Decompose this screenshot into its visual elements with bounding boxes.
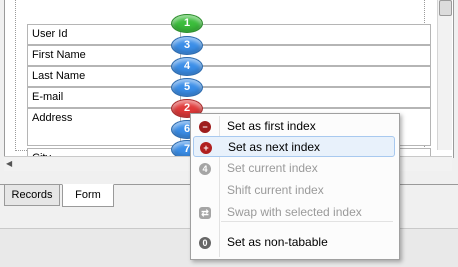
field-row-first-name[interactable]: First Name <box>27 45 431 66</box>
tab-index-badge[interactable]: 4 <box>171 57 203 76</box>
menu-item-set-non-tabable[interactable]: 0 Set as non-tabable <box>193 232 395 253</box>
field-label: First Name <box>32 49 86 61</box>
field-label: User Id <box>32 28 68 40</box>
field-input[interactable] <box>180 46 429 63</box>
menu-item-label: Set as first index <box>227 119 316 133</box>
menu-item-set-current-index[interactable]: 4 Set current index <box>193 158 395 179</box>
field-row-last-name[interactable]: Last Name <box>27 66 431 87</box>
field-label: Last Name <box>32 70 86 82</box>
tab-records[interactable]: Records <box>4 184 60 206</box>
field-input[interactable] <box>180 67 429 84</box>
menu-separator <box>221 221 393 222</box>
menu-item-label: Set current index <box>227 161 318 175</box>
menu-item-label: Shift current index <box>227 183 324 197</box>
field-label: Address <box>32 112 73 124</box>
zero-badge-icon: 0 <box>199 237 211 249</box>
vertical-scrollbar[interactable] <box>437 0 452 150</box>
plus-badge-icon: + <box>200 142 212 154</box>
minus-badge-icon: − <box>199 121 211 133</box>
context-menu: − Set as first index + Set as next index… <box>190 113 400 260</box>
scroll-left-arrow-icon[interactable]: ◀ <box>6 159 12 168</box>
tab-index-badge[interactable]: 1 <box>171 14 203 33</box>
tab-index-badge[interactable]: 3 <box>171 36 203 55</box>
field-input[interactable] <box>180 88 429 105</box>
swap-icon: ⇄ <box>199 207 211 219</box>
number-badge-icon: 4 <box>199 163 211 175</box>
menu-item-label: Set as non-tabable <box>227 235 328 249</box>
menu-item-shift-current-index[interactable]: Shift current index <box>193 180 395 201</box>
menu-item-label: Set as next index <box>228 140 321 154</box>
scrollbar-thumb[interactable] <box>439 0 452 16</box>
tab-index-badge[interactable]: 5 <box>171 78 203 97</box>
menu-item-swap-selected-index[interactable]: ⇄ Swap with selected index <box>193 202 395 223</box>
menu-item-label: Swap with selected index <box>227 205 362 219</box>
field-input[interactable] <box>180 25 429 42</box>
menu-item-set-first-index[interactable]: − Set as first index <box>193 116 395 137</box>
field-label: E-mail <box>32 91 64 103</box>
field-row-email[interactable]: E-mail <box>27 87 431 108</box>
menu-item-set-next-index[interactable]: + Set as next index <box>193 136 395 157</box>
field-row-user-id[interactable]: User Id <box>27 24 431 45</box>
tab-form[interactable]: Form <box>62 184 114 207</box>
